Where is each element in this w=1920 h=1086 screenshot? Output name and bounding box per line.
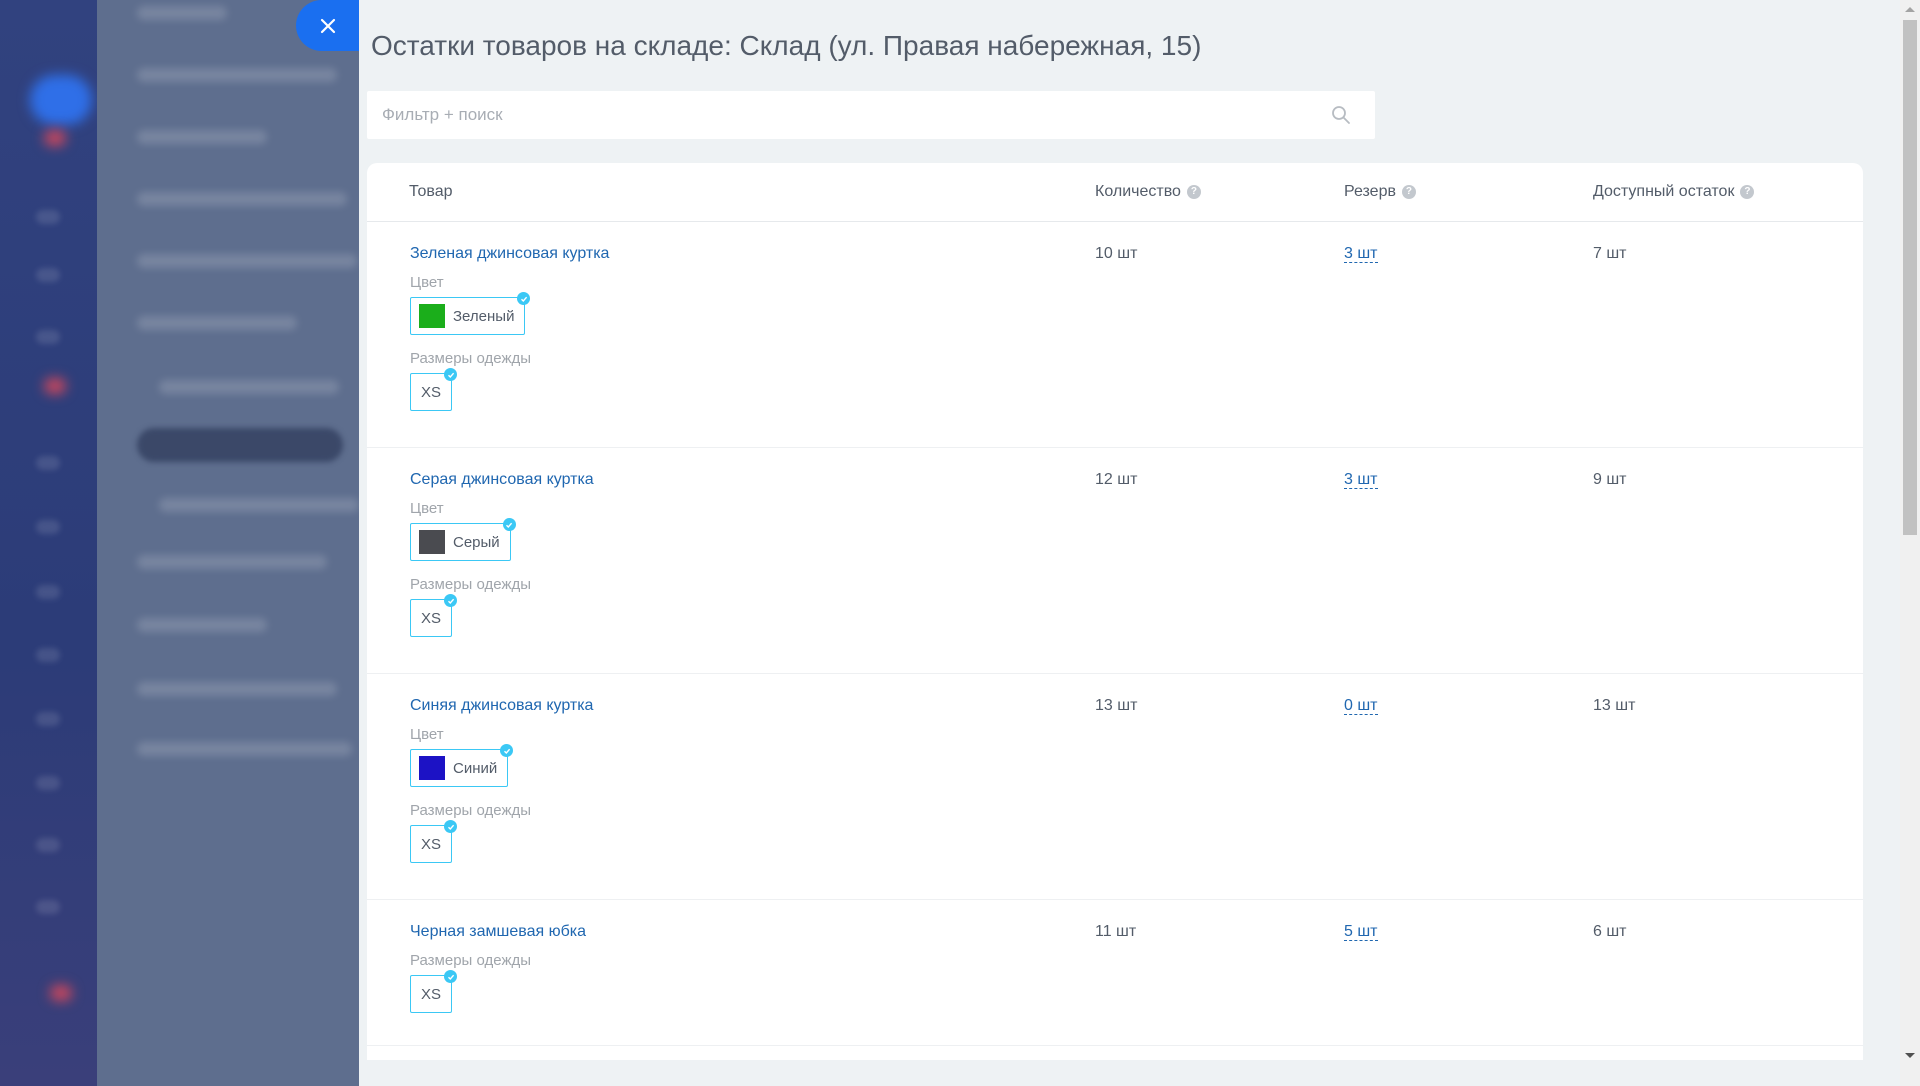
color-value: Синий: [453, 759, 498, 777]
product-link[interactable]: Серая джинсовая куртка: [410, 471, 594, 489]
search-icon[interactable]: [1331, 105, 1351, 125]
size-value: XS: [421, 383, 442, 401]
table-row: Черная замшевая юбка Размеры одежды XS 1…: [367, 900, 1863, 1046]
size-value: XS: [421, 985, 442, 1003]
question-icon[interactable]: ?: [1186, 185, 1201, 199]
color-label: Цвет: [410, 726, 444, 743]
available-cell: 6 шт: [1593, 923, 1627, 940]
scroll-down-icon[interactable]: [1905, 1053, 1915, 1058]
size-label: Размеры одежды: [410, 952, 532, 969]
size-chip: XS: [410, 970, 457, 1013]
quantity-cell: 13 шт: [1095, 697, 1138, 714]
color-swatch: [419, 304, 445, 328]
color-value: Зеленый: [453, 307, 515, 325]
check-icon: [500, 744, 514, 757]
available-cell: 13 шт: [1593, 697, 1636, 714]
scrollbar-thumb[interactable]: [1903, 20, 1917, 535]
reserve-cell: 5 шт: [1344, 923, 1378, 941]
color-label: Цвет: [410, 274, 444, 291]
product-cell: Синяя джинсовая куртка Цвет Синий Размер…: [410, 697, 593, 878]
size-chip: XS: [410, 820, 457, 863]
reserve-link[interactable]: 3 шт: [1344, 245, 1378, 263]
size-value: XS: [421, 835, 442, 853]
background-menu: [97, 0, 359, 1086]
color-value: Серый: [453, 533, 500, 551]
column-header-quantity: Количество ?: [1095, 183, 1201, 201]
table-header: Товар Количество ? Резерв ? Доступный ос…: [367, 163, 1863, 222]
check-icon: [444, 820, 457, 833]
size-label: Размеры одежды: [410, 576, 532, 593]
quantity-cell: 10 шт: [1095, 245, 1138, 262]
check-icon: [517, 292, 531, 305]
size-chip: XS: [410, 594, 457, 637]
check-icon: [444, 594, 457, 607]
product-link[interactable]: Синяя джинсовая куртка: [410, 697, 593, 715]
question-icon[interactable]: ?: [1740, 185, 1755, 199]
column-header-available: Доступный остаток ?: [1593, 183, 1755, 201]
product-link[interactable]: Черная замшевая юбка: [410, 923, 586, 941]
vertical-scrollbar[interactable]: [1900, 0, 1920, 1086]
column-header-reserve: Резерв ?: [1344, 183, 1416, 201]
check-icon: [444, 970, 457, 983]
size-label: Размеры одежды: [410, 350, 532, 367]
quantity-cell: 12 шт: [1095, 471, 1138, 488]
quantity-cell: 11 шт: [1095, 923, 1137, 940]
color-swatch: [419, 756, 445, 780]
available-cell: 7 шт: [1593, 245, 1627, 262]
product-link[interactable]: Зеленая джинсовая куртка: [410, 245, 609, 263]
background-icon-bar: [0, 0, 97, 1086]
size-value: XS: [421, 609, 442, 627]
reserve-cell: 3 шт: [1344, 245, 1378, 263]
color-chip: Серый: [410, 518, 516, 561]
check-icon: [502, 518, 516, 531]
color-label: Цвет: [410, 500, 444, 517]
close-icon: [320, 18, 336, 33]
product-cell: Серая джинсовая куртка Цвет Серый Размер…: [410, 471, 594, 652]
check-icon: [444, 368, 457, 381]
size-label: Размеры одежды: [410, 802, 532, 819]
reserve-link[interactable]: 0 шт: [1344, 697, 1378, 715]
product-cell: Зеленая джинсовая куртка Цвет Зеленый Ра…: [410, 245, 609, 426]
table-row: Серая джинсовая куртка Цвет Серый Размер…: [367, 448, 1863, 674]
search-input[interactable]: [367, 91, 1375, 139]
color-chip: Зеленый: [410, 292, 531, 335]
product-cell: Черная замшевая юбка Размеры одежды XS: [410, 923, 586, 1028]
available-cell: 9 шт: [1593, 471, 1627, 488]
reserve-cell: 3 шт: [1344, 471, 1378, 489]
color-swatch: [419, 530, 445, 554]
scroll-up-icon[interactable]: [1905, 7, 1915, 12]
reserve-link[interactable]: 3 шт: [1344, 471, 1378, 489]
table-row: Зеленая джинсовая куртка Цвет Зеленый Ра…: [367, 222, 1863, 448]
reserve-cell: 0 шт: [1344, 697, 1378, 715]
search-box: [367, 91, 1375, 139]
column-header-product: Товар: [409, 183, 453, 200]
page-title: Остатки товаров на складе: Склад (ул. Пр…: [371, 30, 1202, 61]
close-button[interactable]: [296, 0, 360, 51]
stock-table: Товар Количество ? Резерв ? Доступный ос…: [367, 163, 1863, 1060]
color-chip: Синий: [410, 744, 514, 787]
stock-panel: Остатки товаров на складе: Склад (ул. Пр…: [359, 0, 1920, 1086]
size-chip: XS: [410, 368, 457, 411]
table-row: Синяя джинсовая куртка Цвет Синий Размер…: [367, 674, 1863, 900]
question-icon[interactable]: ?: [1401, 185, 1416, 199]
reserve-link[interactable]: 5 шт: [1344, 923, 1378, 941]
